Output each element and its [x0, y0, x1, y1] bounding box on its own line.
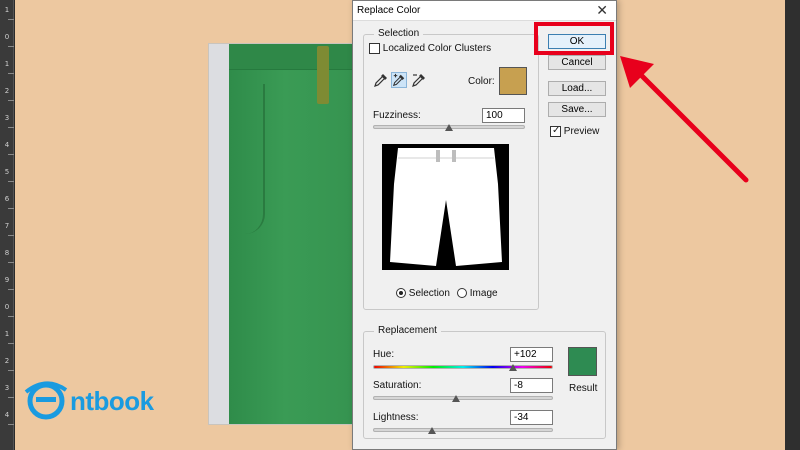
hue-slider-thumb[interactable] — [509, 364, 518, 371]
ruler-tick-label: 1 — [4, 6, 10, 14]
ruler-tick-label: 0 — [4, 33, 10, 41]
view-image-option[interactable]: Image — [457, 288, 498, 299]
ok-highlight-box — [534, 22, 614, 55]
cancel-button[interactable]: Cancel — [548, 55, 606, 70]
dialog-titlebar[interactable]: Replace Color ✕ — [353, 1, 616, 21]
selection-radio[interactable] — [396, 288, 406, 299]
fuzziness-slider-thumb[interactable] — [445, 124, 453, 131]
lightness-label: Lightness: — [373, 412, 419, 423]
ruler-tick-mark — [8, 424, 14, 425]
ruler-tick-label: 4 — [4, 411, 10, 419]
close-icon[interactable]: ✕ — [596, 2, 608, 19]
hue-slider-track[interactable] — [373, 365, 553, 369]
preview-label: Preview — [563, 126, 600, 138]
dialog-title: Replace Color — [357, 5, 421, 16]
image-radio[interactable] — [457, 288, 467, 299]
eyedropper-tool[interactable] — [373, 72, 389, 88]
eyedropper-plus-icon — [392, 73, 405, 87]
lightness-slider-thumb[interactable] — [428, 427, 437, 434]
result-color-swatch[interactable] — [568, 347, 597, 376]
ruler-tick-label: 3 — [4, 384, 10, 392]
selection-legend: Selection — [374, 28, 424, 39]
ruler-tick-label: 2 — [4, 87, 10, 95]
ruler-tick-mark — [8, 289, 14, 290]
shorts-pocket — [235, 84, 265, 234]
lightness-slider-track[interactable] — [373, 428, 553, 432]
load-button[interactable]: Load... — [548, 81, 606, 96]
logo-text: ntbook — [70, 386, 154, 416]
shorts-waistband — [229, 44, 369, 70]
ruler-tick-label: 5 — [4, 168, 10, 176]
ruler-tick-label: 3 — [4, 114, 10, 122]
eyedropper-add-tool[interactable] — [391, 72, 407, 88]
replacement-legend: Replacement — [374, 325, 441, 336]
color-label: Color: — [468, 76, 495, 87]
ruler-tick-mark — [8, 73, 14, 74]
localized-color-clusters-label: Localized Color Clusters — [382, 43, 492, 55]
selection-preview[interactable] — [382, 144, 509, 270]
ruler-tick-label: 1 — [4, 330, 10, 338]
fuzziness-label: Fuzziness: — [373, 110, 421, 121]
ruler-tick-mark — [8, 154, 14, 155]
localized-color-clusters-option[interactable]: Localized Color Clusters — [369, 43, 491, 54]
save-button[interactable]: Save... — [548, 102, 606, 117]
ruler-tick-mark — [8, 316, 14, 317]
green-shorts-image — [229, 44, 369, 424]
logo-icon — [24, 381, 68, 420]
localized-color-clusters-checkbox[interactable] — [369, 43, 380, 54]
eyedropper-subtract-tool[interactable] — [411, 72, 427, 88]
view-selection-option[interactable]: Selection — [396, 288, 450, 299]
ruler-tick-label: 7 — [4, 222, 10, 230]
saturation-slider-track[interactable] — [373, 396, 553, 400]
ruler-tick-label: 2 — [4, 357, 10, 365]
ruler-tick-mark — [8, 100, 14, 101]
hue-label: Hue: — [373, 349, 395, 360]
replace-color-dialog: Replace Color ✕ Selection Localized Colo… — [352, 0, 617, 450]
ruler-tick-mark — [8, 208, 14, 209]
red-arrow-annotation — [620, 56, 749, 183]
shorts-mask-preview — [390, 148, 502, 266]
selection-radio-label: Selection — [408, 288, 450, 299]
ruler-tick-label: 4 — [4, 141, 10, 149]
image-radio-label: Image — [469, 288, 498, 299]
ruler-tick-mark — [8, 370, 14, 371]
ruler-tick-mark — [8, 181, 14, 182]
fuzziness-input[interactable]: 100 — [482, 108, 525, 123]
hue-input[interactable]: +102 — [510, 347, 553, 362]
selection-color-swatch[interactable] — [499, 67, 527, 95]
saturation-input[interactable]: -8 — [510, 378, 553, 393]
eyedropper-minus-icon — [412, 74, 425, 87]
eyedropper-icon — [374, 74, 387, 87]
ruler-tick-label: 0 — [4, 303, 10, 311]
ruler-tick-label: 9 — [4, 276, 10, 284]
lightness-input[interactable]: -34 — [510, 410, 553, 425]
ruler-tick-mark — [8, 127, 14, 128]
ruler-tick-mark — [8, 235, 14, 236]
ruler-tick-mark — [8, 343, 14, 344]
preview-option[interactable]: Preview — [550, 125, 600, 138]
ruler-tick-mark — [8, 19, 14, 20]
vertical-ruler: 1 0 1 2 3 4 5 6 7 8 9 0 1 2 3 4 — [0, 0, 14, 450]
ruler-tick-label: 1 — [4, 60, 10, 68]
saturation-slider-thumb[interactable] — [451, 395, 460, 402]
ruler-tick-mark — [8, 262, 14, 263]
saturation-label: Saturation: — [373, 380, 422, 391]
scrollbar-area[interactable] — [785, 0, 800, 450]
ruler-tick-label: 6 — [4, 195, 10, 203]
result-label: Result — [569, 383, 598, 394]
shorts-belt-loop — [317, 46, 329, 104]
preview-checkbox[interactable] — [550, 125, 561, 137]
ruler-tick-mark — [8, 46, 14, 47]
ruler-tick-mark — [8, 397, 14, 398]
brand-logo: ntbook — [22, 378, 172, 422]
ruler-tick-label: 8 — [4, 249, 10, 257]
